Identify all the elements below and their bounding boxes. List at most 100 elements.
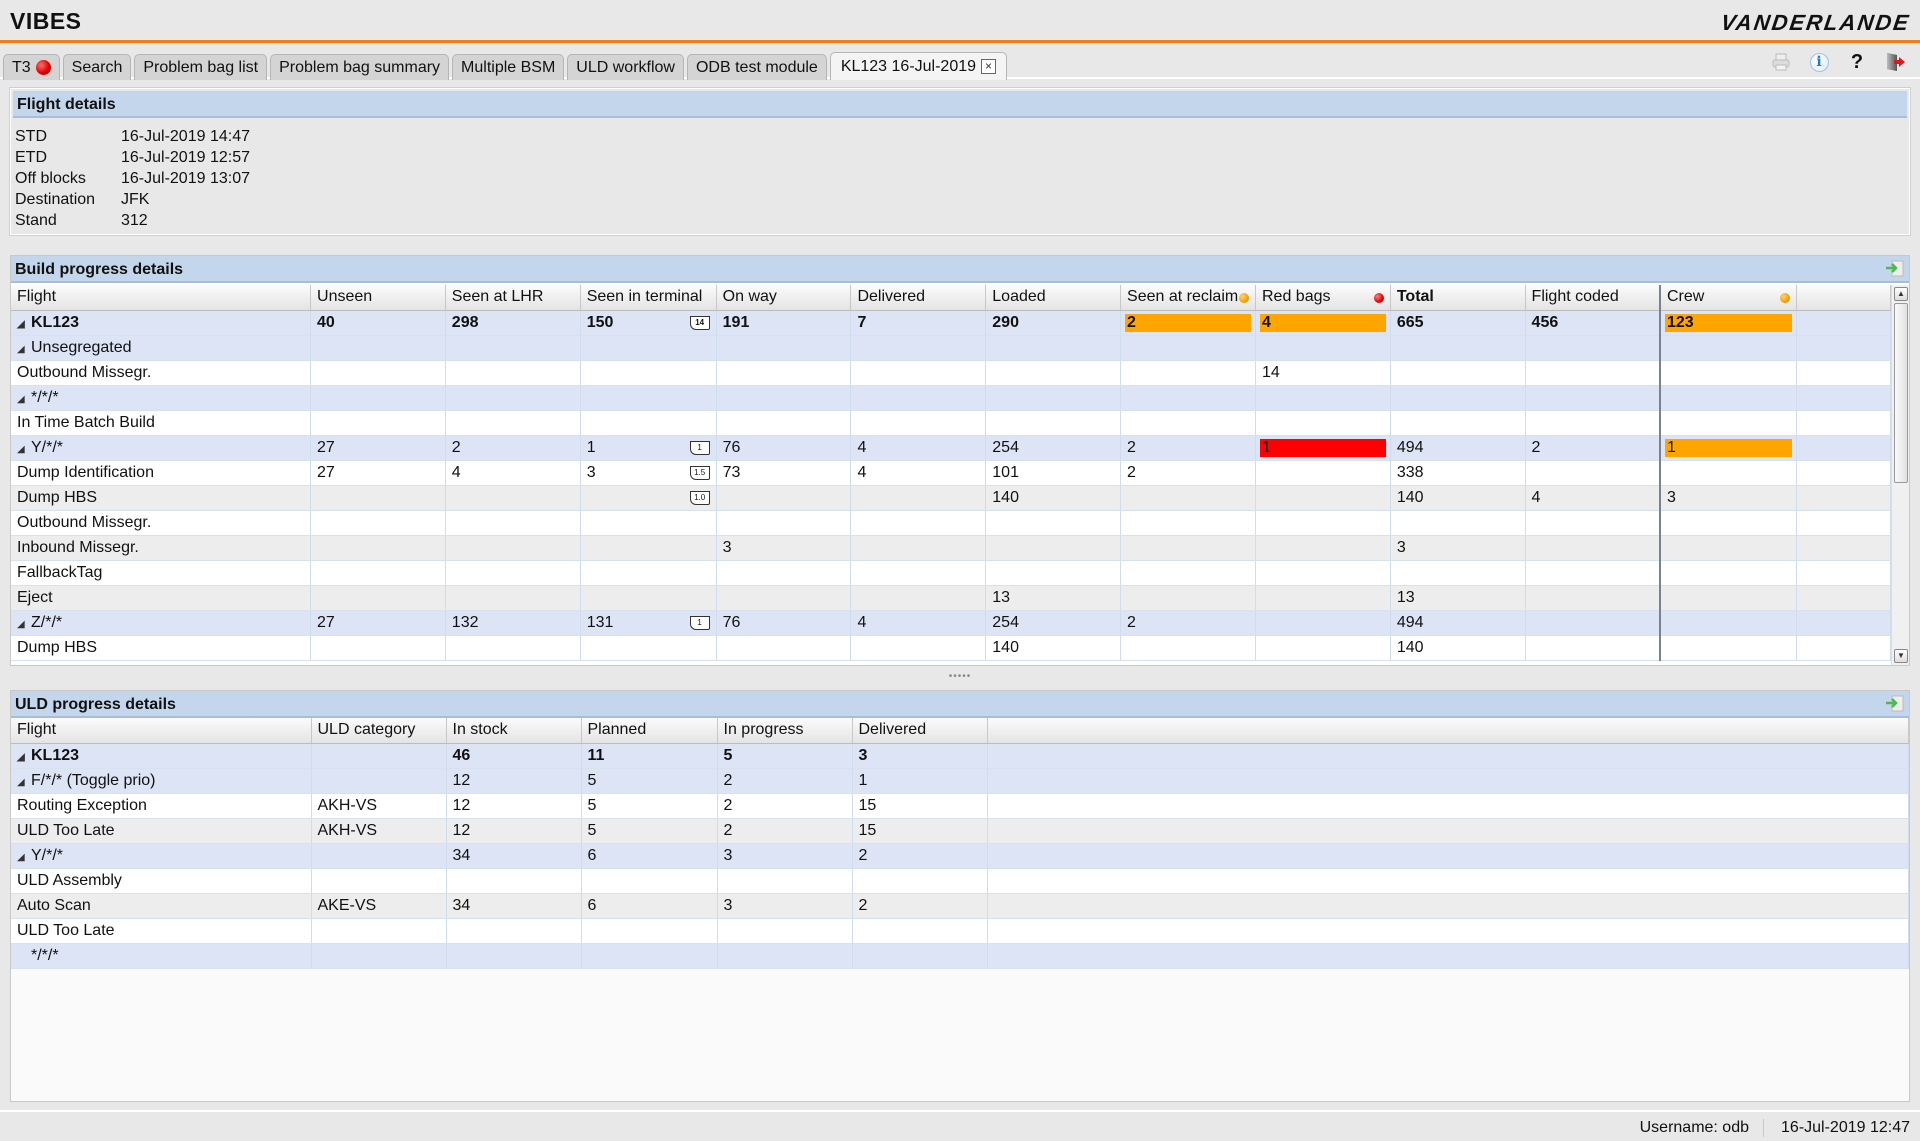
panel-splitter[interactable]: ••••• <box>0 666 1920 688</box>
cell-total <box>1390 410 1526 436</box>
bag-tag-icon[interactable]: 1 <box>689 440 710 455</box>
tab-multiple-bsm[interactable]: Multiple BSM <box>452 54 565 80</box>
table-row[interactable]: FallbackTag <box>11 560 1891 586</box>
bag-tag-icon[interactable]: 14 <box>689 315 710 330</box>
column-header-delivered[interactable]: Delivered <box>852 718 988 744</box>
cell-category <box>311 943 447 969</box>
info-icon[interactable]: i <box>1808 51 1830 73</box>
export-icon[interactable] <box>1885 259 1905 279</box>
tab-problem-bag-summary[interactable]: Problem bag summary <box>270 54 450 80</box>
table-row[interactable]: Dump Identification 27 4 3 1.5 73 4 101 2 338 <box>11 460 1891 486</box>
cell-filler <box>987 918 1909 944</box>
cell-value: 140 <box>992 488 1019 506</box>
cell-seen-terminal <box>580 585 717 611</box>
tab-problem-bag-list[interactable]: Problem bag list <box>134 54 268 80</box>
table-row[interactable]: Inbound Missegr. 3 3 <box>11 535 1891 561</box>
tab-uld-workflow[interactable]: ULD workflow <box>567 54 684 80</box>
column-header-flight[interactable]: Flight <box>11 718 312 744</box>
cell-seen-reclaim <box>1120 385 1256 411</box>
build-scrollbar[interactable]: ▲ ▼ <box>1891 285 1909 665</box>
bag-tag-icon[interactable]: 1 <box>689 615 710 630</box>
table-row[interactable]: ◢ Y/*/* 34 6 3 2 <box>11 843 1909 869</box>
column-header-total[interactable]: Total <box>1390 285 1526 311</box>
table-row[interactable]: ◢ Unsegregated <box>11 335 1891 361</box>
table-row[interactable]: In Time Batch Build <box>11 410 1891 436</box>
cell-loaded: 254 <box>985 435 1122 461</box>
cell-planned <box>581 868 718 894</box>
logout-icon[interactable] <box>1884 51 1906 73</box>
cell-seen-terminal <box>580 385 717 411</box>
export-icon[interactable] <box>1885 694 1905 714</box>
cell-seen-reclaim <box>1120 410 1256 436</box>
table-row[interactable]: ◢ Y/*/* 27 2 1 1 76 4 254 2 1 494 2 1 <box>11 435 1891 461</box>
tab-search[interactable]: Search <box>62 54 132 80</box>
expand-caret-icon[interactable]: ◢ <box>17 444 31 455</box>
column-header-delivered[interactable]: Delivered <box>850 285 987 311</box>
column-header-uld-category[interactable]: ULD category <box>311 718 447 744</box>
column-header-seen-at-reclaim[interactable]: Seen at reclaim <box>1120 285 1256 311</box>
column-header-on-way[interactable]: On way <box>716 285 852 311</box>
cell-filler <box>1796 560 1891 586</box>
table-row[interactable]: Dump HBS 1.0 140 140 4 3 <box>11 485 1891 511</box>
cell-unseen <box>310 635 446 661</box>
column-header-seen-at-lhr[interactable]: Seen at LHR <box>445 285 581 311</box>
column-header-loaded[interactable]: Loaded <box>985 285 1122 311</box>
expand-caret-icon[interactable]: ◢ <box>17 752 31 763</box>
cell-in-progress <box>717 918 853 944</box>
column-header-flight-coded[interactable]: Flight coded <box>1525 285 1661 311</box>
table-row[interactable]: ULD Assembly <box>11 868 1909 894</box>
cell-seen-reclaim: 2 <box>1120 435 1256 461</box>
table-row[interactable]: Routing Exception AKH-VS 12 5 2 15 <box>11 793 1909 819</box>
scroll-up-button[interactable]: ▲ <box>1894 287 1908 301</box>
table-row[interactable]: ULD Too Late AKH-VS 12 5 2 15 <box>11 818 1909 844</box>
cell-category <box>311 768 447 794</box>
table-row[interactable]: Auto Scan AKE-VS 34 6 3 2 <box>11 893 1909 919</box>
table-row[interactable]: ◢ KL123 40 298 150 14 191 7 290 2 4 665 456 123 <box>11 310 1891 336</box>
scroll-down-button[interactable]: ▼ <box>1894 649 1908 663</box>
help-icon[interactable]: ? <box>1846 51 1868 73</box>
column-header-red-bags[interactable]: Red bags <box>1255 285 1391 311</box>
table-row[interactable]: ◢ F/*/* (Toggle prio) 12 5 2 1 <box>11 768 1909 794</box>
cell-delivered <box>850 410 987 436</box>
table-row[interactable]: */*/* <box>11 943 1909 969</box>
column-header-crew[interactable]: Crew <box>1658 285 1798 311</box>
table-row[interactable]: Outbound Missegr. 14 <box>11 360 1891 386</box>
close-icon[interactable]: × <box>981 59 997 74</box>
column-header-seen-in-terminal[interactable]: Seen in terminal <box>580 285 717 311</box>
column-header-unseen[interactable]: Unseen <box>310 285 446 311</box>
table-row[interactable]: Dump HBS 140 140 <box>11 635 1891 661</box>
scroll-thumb[interactable] <box>1894 303 1908 483</box>
table-row[interactable]: ◢ KL123 46 11 5 3 <box>11 743 1909 769</box>
table-row[interactable]: ◢ Z/*/* 27 132 131 1 76 4 254 2 494 <box>11 610 1891 636</box>
column-header-flight[interactable]: Flight <box>11 285 312 311</box>
table-row[interactable]: Eject 13 13 <box>11 585 1891 611</box>
tab-odb-test-module[interactable]: ODB test module <box>686 54 827 80</box>
expand-caret-icon[interactable]: ◢ <box>17 394 31 405</box>
expand-caret-icon[interactable]: ◢ <box>17 777 31 788</box>
cell-value: 34 <box>452 846 471 864</box>
bag-tag-icon[interactable]: 1.5 <box>689 465 710 480</box>
cell-unseen <box>310 335 446 361</box>
print-icon[interactable] <box>1770 51 1792 73</box>
flight-detail-label: Destination <box>15 191 96 208</box>
column-header-in-stock[interactable]: In stock <box>446 718 582 744</box>
expand-caret-icon[interactable]: ◢ <box>17 319 31 330</box>
column-header-in-progress[interactable]: In progress <box>717 718 853 744</box>
cell-value: 2 <box>723 796 733 814</box>
expand-caret-icon[interactable]: ◢ <box>17 852 31 863</box>
table-row[interactable]: Outbound Missegr. <box>11 510 1891 536</box>
cell-seen-reclaim <box>1120 585 1256 611</box>
bag-tag-icon[interactable]: 1.0 <box>689 490 710 505</box>
cell-flight: Eject <box>11 585 312 611</box>
tab-kl123-16-jul-2019[interactable]: KL123 16-Jul-2019 × <box>829 52 1008 80</box>
flight-details-list: STD 16-Jul-2019 14:47 ETD 16-Jul-2019 12:57… <box>11 118 1909 231</box>
column-header-planned[interactable]: Planned <box>581 718 718 744</box>
cell-seen-terminal <box>580 360 717 386</box>
cell-on-way <box>716 510 852 536</box>
expand-caret-icon[interactable]: ◢ <box>17 619 31 630</box>
table-row[interactable]: ULD Too Late <box>11 918 1909 944</box>
tab-t3[interactable]: T3 <box>3 54 60 80</box>
table-row[interactable]: ◢ */*/* <box>11 385 1891 411</box>
tab-label: Multiple BSM <box>461 59 556 76</box>
expand-caret-icon[interactable]: ◢ <box>17 344 31 355</box>
